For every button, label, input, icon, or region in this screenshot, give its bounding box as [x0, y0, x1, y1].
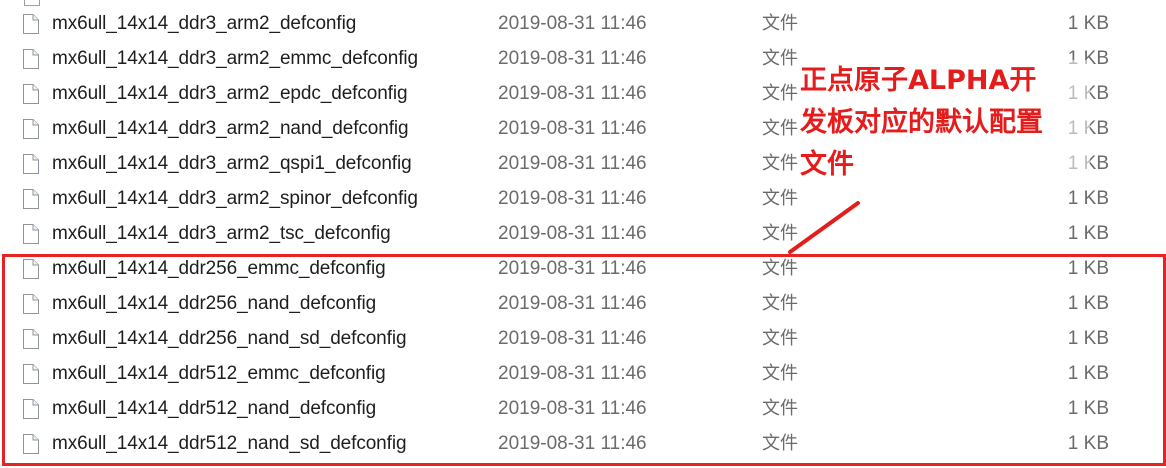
file-modified-date: 2019-08-31 11:46: [498, 398, 647, 419]
file-modified-date: 2019-08-31 11:46: [498, 118, 647, 139]
file-row[interactable]: mx6ull_14x14_ddr256_nand_defconfig 2019-0…: [0, 286, 1166, 321]
file-row[interactable]: mx6ull_14x14_ddr512_nand_sd_defconfig 201…: [0, 426, 1166, 461]
file-type: 文件: [762, 118, 798, 139]
file-row[interactable]: mx6ull_14x14_ddr512_emmc_defconfig 2019-0…: [0, 356, 1166, 391]
file-name: mx6ull_14x14_ddr3_arm2_epdc_defconfig: [52, 83, 408, 104]
file-name: mx6ull_14x14_ddr512_nand_defconfig: [52, 398, 377, 419]
file-name: mx6ull_14x14_ddr3_arm2_spinor_defconfig: [52, 188, 418, 209]
document-icon: [22, 189, 39, 209]
document-icon: [22, 259, 39, 279]
file-modified-date: 2019-08-31 11:46: [498, 363, 647, 384]
annotation-line-3: 文件: [800, 149, 854, 180]
file-size: 1 KB: [1067, 433, 1109, 454]
file-name: mx6ull_14x14_ddr512_nand_sd_defconfig: [52, 433, 407, 454]
file-modified-date: 2019-08-31 11:46: [498, 83, 647, 104]
document-icon: [22, 294, 39, 314]
file-type: 文件: [762, 398, 798, 419]
file-row[interactable]: mx6ull_14x14_ddr512_nand_defconfig 2019-0…: [0, 391, 1166, 426]
file-type: 文件: [762, 153, 798, 174]
file-type: 文件: [762, 363, 798, 384]
file-type: 文件: [762, 13, 798, 34]
file-type: 文件: [762, 188, 798, 209]
file-modified-date: 2019-08-31 11:46: [498, 328, 647, 349]
file-name: mx6ull_14x14_ddr256_nand_sd_defconfig: [52, 328, 407, 349]
file-type: 文件: [762, 83, 798, 104]
file-modified-date: 2019-08-31 11:46: [498, 153, 647, 174]
file-modified-date: 2019-08-31 11:46: [498, 223, 647, 244]
file-size: 1 KB: [1067, 293, 1109, 314]
file-row[interactable]: mx6ull_14x14_ddr3_arm2_tsc_defconfig 2019…: [0, 216, 1166, 251]
annotation-line-2: 发板对应的默认配置: [800, 107, 1043, 138]
file-name: mx6ull_14x14_ddr3_arm2_defconfig: [52, 13, 357, 34]
file-type: 文件: [762, 223, 798, 244]
document-icon: [22, 364, 39, 384]
document-icon: [22, 224, 39, 244]
annotation-line-1: 正点原子ALPHA开: [800, 65, 1037, 96]
file-size: 1 KB: [1067, 328, 1109, 349]
file-type: 文件: [762, 328, 798, 349]
document-icon: [22, 399, 39, 419]
document-icon: [22, 84, 39, 104]
file-row[interactable]: mx6ull_14x14_ddr3_arm2_defconfig 2019-08-…: [0, 6, 1166, 41]
file-type: 文件: [762, 293, 798, 314]
file-size: 1 KB: [1067, 223, 1109, 244]
document-icon: [22, 154, 39, 174]
file-name: mx6ull_14x14_ddr256_emmc_defconfig: [52, 258, 386, 279]
file-modified-date: 2019-08-31 11:46: [498, 48, 647, 69]
document-icon: [22, 14, 39, 34]
file-name: mx6ull_14x14_ddr256_nand_defconfig: [52, 293, 377, 314]
file-size: 1 KB: [1067, 363, 1109, 384]
file-modified-date: 2019-08-31 11:46: [498, 258, 647, 279]
file-size: 1 KB: [1067, 188, 1109, 209]
document-icon: [22, 119, 39, 139]
file-size: 1 KB: [1067, 398, 1109, 419]
document-icon: [22, 434, 39, 454]
document-icon: [22, 49, 39, 69]
file-type: 文件: [762, 258, 798, 279]
file-row[interactable]: mx6ull_14x14_ddr3_arm2_spinor_defconfig 2…: [0, 181, 1166, 216]
file-name: mx6ull_14x14_ddr3_arm2_emmc_defconfig: [52, 48, 418, 69]
file-name: mx6ull_14x14_ddr512_emmc_defconfig: [52, 363, 386, 384]
file-name: mx6ull_14x14_ddr3_arm2_nand_defconfig: [52, 118, 409, 139]
file-size: 1 KB: [1067, 13, 1109, 34]
file-type: 文件: [762, 48, 798, 69]
file-modified-date: 2019-08-31 11:46: [498, 433, 647, 454]
file-modified-date: 2019-08-31 11:46: [498, 293, 647, 314]
file-name: mx6ull_14x14_ddr3_arm2_tsc_defconfig: [52, 223, 391, 244]
document-icon: [22, 329, 39, 349]
file-modified-date: 2019-08-31 11:46: [498, 188, 647, 209]
annotation-callout: 正点原子ALPHA开 发板对应的默认配置 文件: [800, 60, 1090, 186]
file-size: 1 KB: [1067, 258, 1109, 279]
file-name: mx6ull_14x14_ddr3_arm2_qspi1_defconfig: [52, 153, 412, 174]
file-row[interactable]: mx6ull_14x14_ddr256_emmc_defconfig 2019-0…: [0, 251, 1166, 286]
file-type: 文件: [762, 433, 798, 454]
file-row[interactable]: mx6ull_14x14_ddr256_nand_sd_defconfig 201…: [0, 321, 1166, 356]
file-modified-date: 2019-08-31 11:46: [498, 13, 647, 34]
